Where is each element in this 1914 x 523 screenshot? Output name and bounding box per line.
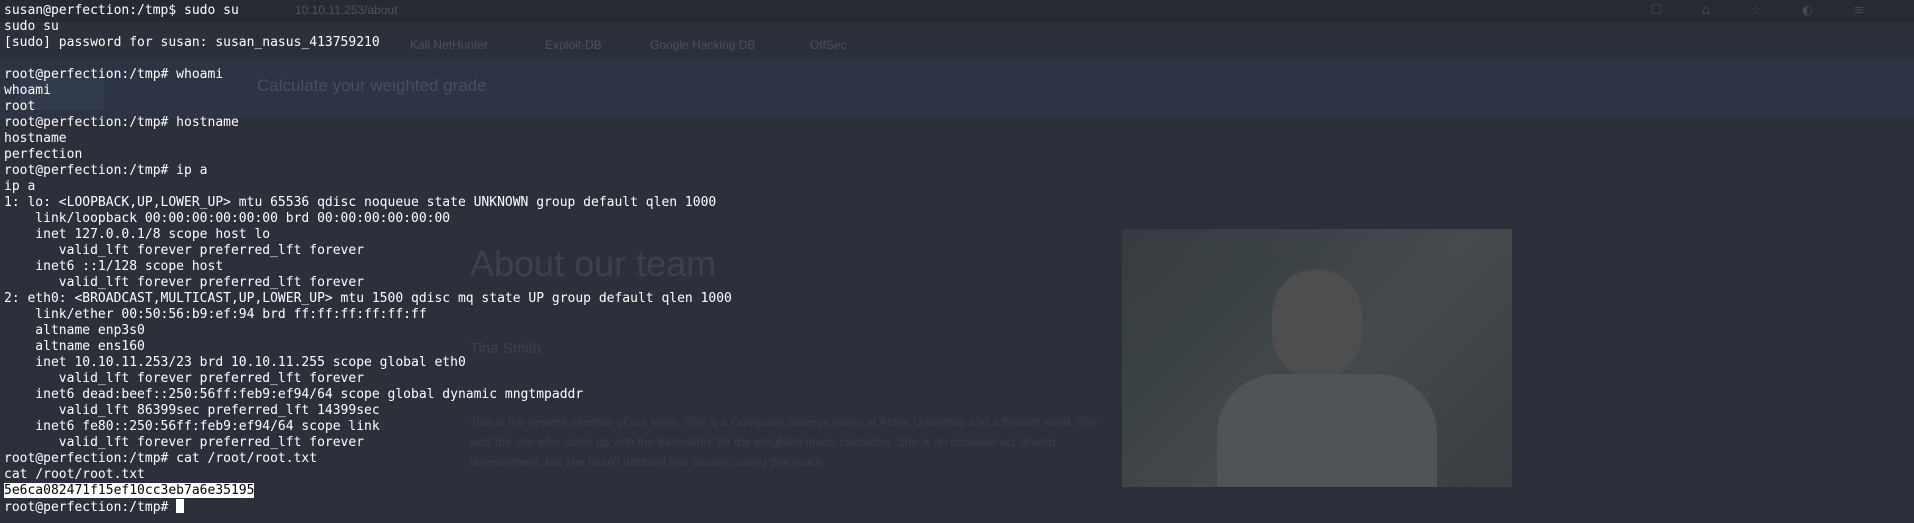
terminal-line: inet 127.0.0.1/8 scope host lo bbox=[4, 227, 271, 242]
terminal-line: sudo su bbox=[4, 19, 59, 34]
terminal-line: 5e6ca082471f15ef10cc3eb7a6e35195 bbox=[4, 483, 732, 499]
terminal-line: altname ens160 bbox=[4, 339, 145, 354]
terminal-line: hostname bbox=[4, 131, 67, 146]
terminal-line: susan@perfection:/tmp$ sudo su bbox=[4, 3, 239, 18]
terminal-line: root@perfection:/tmp# whoami bbox=[4, 67, 224, 82]
root-flag-selection[interactable]: 5e6ca082471f15ef10cc3eb7a6e35195 bbox=[4, 483, 255, 498]
terminal-cursor bbox=[176, 499, 185, 513]
desktop-screen: 10.10.11.253/about ☐⌂☆◐≡ Kali NetHunter … bbox=[0, 0, 1914, 523]
terminal-line: root bbox=[4, 99, 36, 114]
terminal-line: valid_lft forever preferred_lft forever bbox=[4, 275, 365, 290]
terminal-line: perfection bbox=[4, 147, 83, 162]
browser-toolbar-icons: ☐⌂☆◐≡ bbox=[1650, 3, 1904, 18]
terminal-line: link/ether 00:50:56:b9:ef:94 brd ff:ff:f… bbox=[4, 307, 427, 322]
terminal-line: 2: eth0: <BROADCAST,MULTICAST,UP,LOWER_U… bbox=[4, 291, 732, 306]
terminal-line: altname enp3s0 bbox=[4, 323, 145, 338]
terminal-line: link/loopback 00:00:00:00:00:00 brd 00:0… bbox=[4, 211, 451, 226]
terminal-line: inet6 ::1/128 scope host bbox=[4, 259, 224, 274]
terminal-output[interactable]: susan@perfection:/tmp$ sudo su sudo su [su… bbox=[4, 3, 732, 515]
team-member-photo bbox=[1122, 229, 1512, 487]
photo-face bbox=[1272, 269, 1362, 379]
terminal-line: root@perfection:/tmp# ip a bbox=[4, 163, 208, 178]
terminal-line: valid_lft forever preferred_lft forever bbox=[4, 371, 365, 386]
terminal-line: inet 10.10.11.253/23 brd 10.10.11.255 sc… bbox=[4, 355, 466, 370]
terminal-line: ip a bbox=[4, 179, 36, 194]
terminal-line: [sudo] password for susan: susan_nasus_4… bbox=[4, 35, 380, 50]
terminal-line: inet6 dead:beef::250:56ff:feb9:ef94/64 s… bbox=[4, 387, 584, 402]
terminal-line: valid_lft forever preferred_lft forever bbox=[4, 243, 365, 258]
terminal-line: cat /root/root.txt bbox=[4, 467, 145, 482]
terminal-prompt: root@perfection:/tmp# bbox=[4, 500, 177, 515]
photo-body bbox=[1217, 374, 1437, 487]
terminal-line: inet6 fe80::250:56ff:feb9:ef94/64 scope … bbox=[4, 419, 380, 434]
terminal-line: valid_lft 86399sec preferred_lft 14399se… bbox=[4, 403, 380, 418]
terminal-prompt-line[interactable]: root@perfection:/tmp# bbox=[4, 499, 732, 515]
terminal-line: 1: lo: <LOOPBACK,UP,LOWER_UP> mtu 65536 … bbox=[4, 195, 717, 210]
terminal-line: whoami bbox=[4, 83, 51, 98]
terminal-line: valid_lft forever preferred_lft forever bbox=[4, 435, 365, 450]
terminal-line: root@perfection:/tmp# cat /root/root.txt bbox=[4, 451, 318, 466]
terminal-line: root@perfection:/tmp# hostname bbox=[4, 115, 239, 130]
bookmark-item: OffSec bbox=[810, 38, 847, 52]
